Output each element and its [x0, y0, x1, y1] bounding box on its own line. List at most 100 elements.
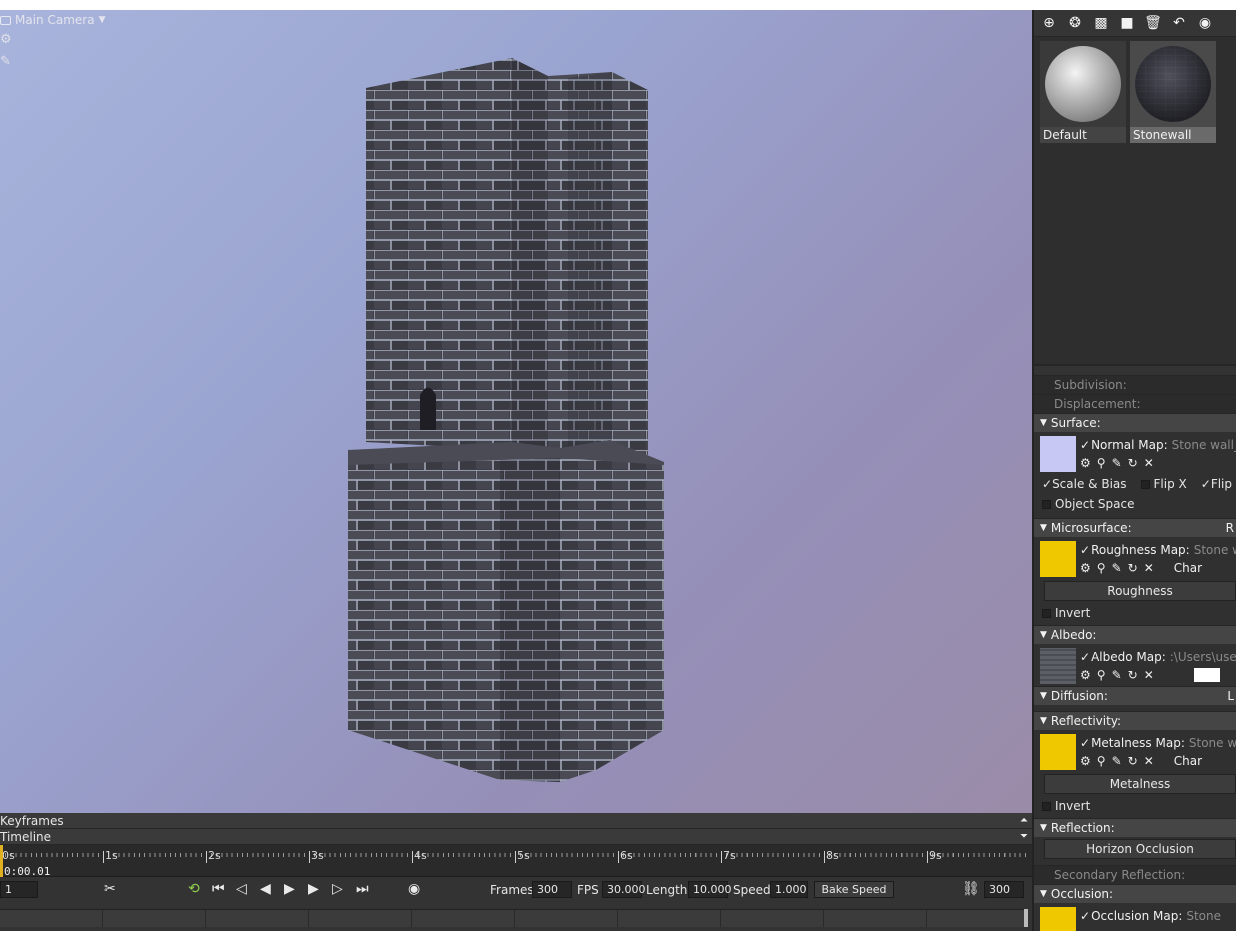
material-stonewall[interactable]: Stonewall: [1130, 41, 1216, 143]
frame-forward-icon[interactable]: ▶: [308, 881, 319, 897]
section-subdivision[interactable]: Subdivision:: [1034, 375, 1236, 394]
triangle-down-icon: ▼: [1040, 523, 1047, 533]
section-reflection[interactable]: ▼ Reflection:: [1034, 818, 1236, 837]
check-icon[interactable]: ✓: [1080, 736, 1090, 750]
step-back-icon[interactable]: ◁: [236, 881, 247, 897]
frame-back-icon[interactable]: ◀: [260, 881, 271, 897]
expand-up-icon[interactable]: ⏶: [1020, 815, 1028, 826]
albedo-color-swatch[interactable]: [1193, 668, 1220, 682]
invert-checkbox[interactable]: Invert: [1042, 799, 1090, 813]
section-displacement[interactable]: Displacement:: [1034, 394, 1236, 413]
close-icon[interactable]: ✕: [1144, 668, 1154, 682]
checkbox-label: Scale & Bias: [1052, 477, 1127, 491]
material-preview: [1130, 41, 1216, 127]
material-properties: Subdivision: Displacement: ▼ Surface: ✓ No…: [1034, 375, 1236, 931]
channel-selector[interactable]: Char: [1174, 561, 1202, 575]
settings-icon[interactable]: ⚙: [1080, 668, 1091, 682]
check-icon[interactable]: ✓: [1080, 543, 1090, 557]
loop-icon[interactable]: ⟲: [188, 881, 200, 897]
link-icon[interactable]: ⛓: [962, 881, 980, 897]
compass-icon[interactable]: ◉: [1196, 14, 1214, 32]
settings-icon[interactable]: ⚙: [1080, 561, 1091, 575]
checker-icon[interactable]: ▩: [1092, 14, 1110, 32]
flip-x-checkbox[interactable]: Flip X: [1140, 477, 1187, 491]
invert-checkbox[interactable]: Invert: [1042, 606, 1090, 620]
settings-icon[interactable]: ⚙: [1080, 456, 1091, 470]
horizon-occlusion-button[interactable]: Horizon Occlusion: [1044, 839, 1236, 859]
map-path: Stone wa: [1193, 543, 1236, 557]
search-icon[interactable]: ⚲: [1097, 754, 1106, 768]
search-icon[interactable]: ⚲: [1097, 668, 1106, 682]
search-icon[interactable]: ⚲: [1097, 561, 1106, 575]
roughness-map-block: ✓Roughness Map:Stone wa ⚙ ⚲ ✎ ↻ ✕ Char: [1034, 537, 1236, 579]
scrollbar[interactable]: [1024, 909, 1028, 927]
albedo-map-swatch[interactable]: [1040, 648, 1076, 684]
close-icon[interactable]: ✕: [1144, 754, 1154, 768]
map-tools: ⚙ ⚲ ✎ ↻ ✕ Char: [1080, 559, 1236, 577]
eyedropper-icon[interactable]: ✎: [1112, 561, 1122, 575]
channel-selector[interactable]: Char: [1174, 754, 1202, 768]
object-space-checkbox[interactable]: Object Space: [1042, 497, 1134, 511]
folder-icon[interactable]: ■: [1118, 14, 1136, 32]
duplicate-icon[interactable]: ❂: [1066, 14, 1084, 32]
fps-label: FPS: [577, 883, 599, 897]
triangle-down-icon: ▼: [1040, 418, 1047, 428]
compass-icon[interactable]: ◉: [408, 881, 420, 897]
play-icon[interactable]: ▶: [284, 881, 295, 897]
end-frame-field[interactable]: 300: [984, 881, 1024, 898]
flip-y-checkbox[interactable]: ✓Flip Y: [1201, 477, 1236, 491]
metalness-map-swatch[interactable]: [1040, 734, 1076, 770]
roughness-map-swatch[interactable]: [1040, 541, 1076, 577]
section-diffusion[interactable]: ▼ Diffusion: L: [1034, 686, 1236, 705]
reload-icon[interactable]: ↻: [1128, 456, 1138, 470]
close-icon[interactable]: ✕: [1144, 561, 1154, 575]
timeline-ruler[interactable]: 0s 1s 2s 3s 4s 5s 6s 7s 8s 9s 0:00.01: [0, 845, 1032, 878]
timeline-header[interactable]: Timeline ⏷: [0, 829, 1032, 845]
keyframe-track[interactable]: [0, 909, 1024, 927]
section-reflectivity[interactable]: ▼ Reflectivity:: [1034, 711, 1236, 730]
collapse-down-icon[interactable]: ⏷: [1020, 831, 1028, 842]
speed-field[interactable]: 1.000: [770, 881, 808, 898]
add-icon[interactable]: ⊕: [1040, 14, 1058, 32]
current-frame-field[interactable]: 1: [0, 881, 38, 898]
eyedropper-icon[interactable]: ✎: [1112, 754, 1122, 768]
keyframes-header[interactable]: Keyframes ⏶: [0, 813, 1032, 829]
scale-bias-checkbox[interactable]: ✓Scale & Bias: [1042, 477, 1127, 491]
reload-icon[interactable]: ↻: [1128, 754, 1138, 768]
tick-major: [721, 851, 722, 863]
skip-start-icon[interactable]: ⏮: [212, 881, 225, 897]
bake-speed-button[interactable]: Bake Speed: [814, 881, 894, 898]
fps-field[interactable]: 30.000: [602, 881, 646, 898]
tower-lower-left-face: [348, 460, 500, 780]
section-occlusion[interactable]: ▼ Occlusion:: [1034, 884, 1236, 903]
step-forward-icon[interactable]: ▷: [332, 881, 343, 897]
import-icon[interactable]: ↶: [1170, 14, 1188, 32]
close-icon[interactable]: ✕: [1144, 456, 1154, 470]
section-albedo[interactable]: ▼ Albedo:: [1034, 625, 1236, 644]
frames-field[interactable]: 300: [532, 881, 572, 898]
skip-end-icon[interactable]: ⏭: [356, 881, 369, 897]
eyedropper-icon[interactable]: ✎: [1112, 456, 1122, 470]
speed-label: Speed: [733, 883, 771, 897]
length-field[interactable]: 10.000: [688, 881, 732, 898]
section-microsurface[interactable]: ▼ Microsurface: R: [1034, 518, 1236, 537]
roughness-mode-button[interactable]: Roughness: [1044, 581, 1236, 601]
section-surface[interactable]: ▼ Surface:: [1034, 413, 1236, 432]
3d-viewport[interactable]: Main Camera ▼ ⚙ ✎: [0, 10, 1032, 813]
reload-icon[interactable]: ↻: [1128, 561, 1138, 575]
search-icon[interactable]: ⚲: [1097, 456, 1106, 470]
material-default[interactable]: Default: [1040, 41, 1126, 143]
normal-map-swatch[interactable]: [1040, 436, 1076, 472]
eyedropper-icon[interactable]: ✎: [1112, 668, 1122, 682]
trash-icon[interactable]: 🗑: [1144, 14, 1162, 32]
reload-icon[interactable]: ↻: [1128, 668, 1138, 682]
check-icon[interactable]: ✓: [1080, 438, 1090, 452]
occlusion-map-swatch[interactable]: [1040, 907, 1076, 931]
scissors-icon[interactable]: ✂: [104, 881, 116, 897]
check-icon[interactable]: ✓: [1080, 650, 1090, 664]
section-secondary-reflection[interactable]: Secondary Reflection:: [1034, 865, 1236, 884]
check-icon[interactable]: ✓: [1080, 909, 1090, 923]
settings-icon[interactable]: ⚙: [1080, 754, 1091, 768]
playhead[interactable]: [0, 845, 3, 877]
metalness-mode-button[interactable]: Metalness: [1044, 774, 1236, 794]
